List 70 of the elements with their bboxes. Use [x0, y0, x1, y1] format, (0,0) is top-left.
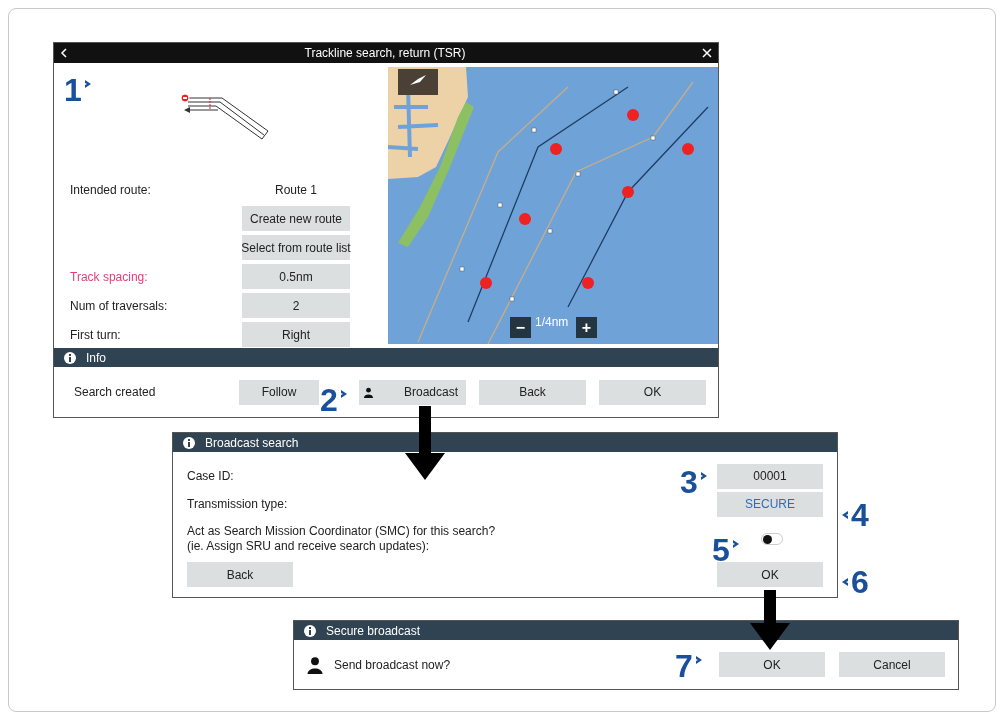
callout-number: 6: [851, 566, 869, 598]
value-button[interactable]: 00001: [717, 463, 823, 489]
route-point: [650, 135, 656, 141]
info-bar-title: Info: [86, 349, 106, 367]
action-button[interactable]: Cancel: [839, 652, 945, 677]
close-icon: [702, 48, 712, 58]
scale-label: 1/4nm: [535, 314, 569, 331]
field-label: Case ID:: [187, 468, 234, 485]
dialog-title: Broadcast search: [205, 434, 299, 452]
field-value: Route 1: [274, 181, 318, 199]
value-button[interactable]: Create new route: [242, 206, 350, 231]
callout-number: 1: [64, 74, 82, 106]
action-button[interactable]: OK: [719, 652, 825, 677]
action-button[interactable]: Follow: [239, 379, 319, 405]
action-button[interactable]: OK: [717, 562, 823, 587]
callout-number: 7: [675, 650, 693, 682]
question-text: Send broadcast now?: [334, 656, 451, 674]
question-text: Act as Search Mission Coordinator (SMC) for this search? (ie. Assign SRU and receive search updates):: [187, 524, 496, 554]
back-icon: [60, 48, 68, 58]
down-arrow: [750, 590, 790, 650]
waypoint-marker: [682, 143, 694, 155]
value-button[interactable]: SECURE: [717, 491, 823, 517]
broadcast-person-icon: [306, 655, 324, 674]
chevron-icon: [841, 510, 849, 520]
waypoint-marker: [480, 277, 492, 289]
chevron-icon: [83, 79, 92, 89]
value-button[interactable]: 2: [242, 293, 350, 318]
field-label: Track spacing:: [70, 269, 148, 284]
route-point: [531, 127, 537, 133]
action-button[interactable]: Back: [479, 379, 586, 405]
chevron-icon: [841, 577, 849, 587]
field-label: Transmission type:: [187, 496, 288, 513]
toggle-switch[interactable]: [761, 533, 783, 545]
callout-number: 3: [680, 466, 698, 498]
info-icon: [304, 624, 316, 637]
action-button[interactable]: OK: [599, 379, 706, 405]
person-icon: [363, 386, 374, 398]
value-button[interactable]: Select from route list: [242, 235, 350, 260]
callout-number: 4: [851, 499, 869, 531]
waypoint-marker: [627, 109, 639, 121]
field-label: Num of traversals:: [70, 298, 168, 313]
value-button[interactable]: Right: [242, 322, 350, 347]
route-point: [509, 296, 515, 302]
zoom-in-button[interactable]: +: [576, 317, 597, 338]
callout-number: 2: [320, 384, 338, 416]
field-label: First turn:: [70, 327, 121, 342]
waypoint-marker: [519, 213, 531, 225]
waypoint-marker: [550, 143, 562, 155]
waypoint-marker: [622, 186, 634, 198]
field-label: Intended route:: [70, 182, 151, 197]
chevron-icon: [699, 471, 708, 481]
value-button[interactable]: 0.5nm: [242, 264, 350, 289]
route-point: [497, 202, 503, 208]
action-button[interactable]: Broadcast: [359, 379, 466, 405]
route-point: [613, 89, 619, 95]
route-point: [459, 266, 465, 272]
info-icon: [183, 436, 195, 449]
compass-button[interactable]: [398, 69, 438, 95]
waypoint-marker: [582, 277, 594, 289]
dialog-title: Secure broadcast: [326, 622, 421, 640]
status-message: Search created: [74, 384, 157, 401]
route-point: [547, 228, 553, 234]
chevron-icon: [339, 389, 348, 399]
chevron-icon: [694, 655, 703, 665]
window-title: Trackline search, return (TSR): [304, 45, 466, 62]
info-icon: [64, 351, 76, 364]
zoom-out-button[interactable]: −: [510, 317, 531, 338]
action-button[interactable]: Back: [187, 562, 293, 587]
route-point: [575, 171, 581, 177]
chevron-icon: [731, 539, 740, 549]
